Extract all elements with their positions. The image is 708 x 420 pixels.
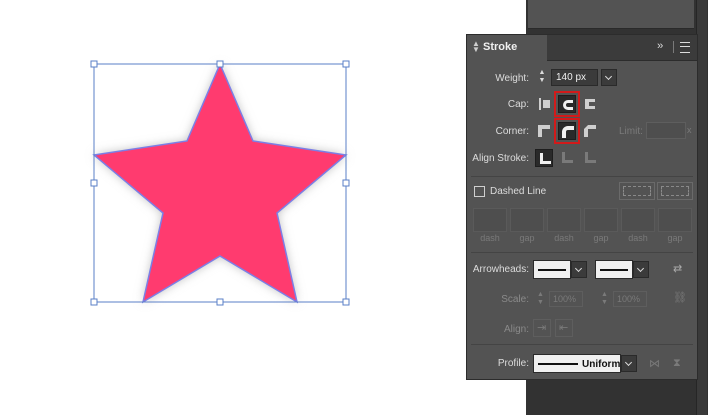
dashed-line-label: Dashed Line [490, 186, 547, 197]
align-dashes-button[interactable] [657, 182, 693, 200]
scale-end-input[interactable]: 100% [613, 291, 647, 307]
arrowhead-end-dropdown-button[interactable] [633, 261, 649, 278]
align-label: Align: [503, 324, 529, 335]
gap-2-label: gap [593, 233, 609, 243]
profile-preview-line [538, 363, 578, 365]
swap-arrowheads-icon[interactable]: ⇄ [673, 262, 682, 275]
weight-input[interactable]: 140 px [551, 69, 598, 86]
tab-stroke[interactable]: ▲ ▼ Stroke [467, 35, 547, 61]
star-shape[interactable] [92, 62, 348, 304]
handle-bottom-center [216, 298, 224, 306]
miter-join-icon [538, 125, 550, 137]
preserve-dashes-button[interactable] [619, 182, 655, 200]
limit-label: Limit: [619, 126, 643, 137]
dash-1-input[interactable] [473, 208, 507, 232]
divider-2 [471, 252, 693, 253]
app-panel-tile [528, 0, 694, 29]
flip-along-icon[interactable]: ⋈ [649, 357, 660, 370]
dash-3-label: dash [628, 233, 648, 243]
dashed-line-checkbox[interactable] [474, 186, 485, 197]
dash-1-label: dash [480, 233, 500, 243]
panel-title: Stroke [483, 41, 518, 53]
limit-unit: x [687, 125, 692, 135]
arrow-tip-place-button[interactable]: ⇤ [555, 319, 573, 337]
align-stroke-label: Align Stroke: [472, 153, 529, 164]
divider-3 [471, 344, 693, 345]
gap-2-input[interactable] [584, 208, 618, 232]
miter-join-button[interactable] [535, 122, 553, 140]
scale-end-stepper[interactable]: ▲ ▼ [601, 291, 608, 307]
artboard-canvas[interactable] [0, 0, 466, 415]
arrowheads-label: Arrowheads: [472, 264, 529, 275]
divider-1 [471, 176, 693, 177]
profile-label: Profile: [497, 358, 529, 369]
arrow-tip-extend-button[interactable]: ⇥ [533, 319, 551, 337]
weight-dropdown-button[interactable] [601, 69, 617, 86]
limit-input[interactable] [646, 122, 686, 139]
bevel-join-icon [584, 125, 596, 137]
flip-across-icon[interactable]: ⧗ [673, 357, 681, 370]
gap-3-input[interactable] [658, 208, 692, 232]
gap-3-label: gap [667, 233, 683, 243]
round-join-highlight [554, 118, 580, 144]
handle-middle-left [90, 179, 98, 187]
stepper-up-icon[interactable]: ▲ [537, 69, 547, 77]
cap-label: Cap: [507, 99, 529, 110]
projecting-cap-button[interactable] [581, 95, 599, 113]
stepper-down-icon[interactable]: ▼ [537, 77, 547, 85]
handle-bottom-right [342, 298, 350, 306]
scale-label: Scale: [501, 294, 529, 305]
butt-cap-icon [539, 98, 550, 110]
align-inside-icon [562, 152, 573, 163]
handle-middle-right [342, 179, 350, 187]
profile-dropdown[interactable]: Uniform [533, 354, 621, 373]
arrowhead-end-dropdown[interactable] [595, 260, 633, 279]
corner-label: Corner: [495, 126, 529, 137]
bevel-join-button[interactable] [581, 122, 599, 140]
dash-2-label: dash [554, 233, 574, 243]
align-center-button[interactable] [535, 149, 553, 167]
double-chevron-right-icon[interactable]: ›› [657, 40, 663, 52]
gap-1-label: gap [519, 233, 535, 243]
link-scale-icon[interactable]: ⛓ [673, 291, 687, 304]
align-outside-button[interactable] [581, 149, 599, 167]
handle-bottom-left [90, 298, 98, 306]
hamburger-menu-icon[interactable] [680, 42, 690, 53]
weight-label: Weight: [495, 73, 529, 84]
handle-top-left [90, 60, 98, 68]
gap-1-input[interactable] [510, 208, 544, 232]
star-artwork-svg[interactable] [0, 0, 466, 415]
handle-top-center [216, 60, 224, 68]
weight-stepper[interactable]: ▲ ▼ [537, 69, 547, 87]
tab-bar-separator [673, 41, 674, 53]
butt-cap-button[interactable] [535, 95, 553, 113]
dash-2-input[interactable] [547, 208, 581, 232]
round-cap-highlight [554, 91, 580, 117]
arrow-place-icon: ⇤ [559, 322, 569, 334]
projecting-cap-icon [585, 99, 595, 109]
align-center-icon [540, 153, 551, 164]
scale-start-input[interactable]: 100% [549, 291, 583, 307]
align-outside-icon [585, 152, 596, 163]
profile-dropdown-button[interactable] [621, 355, 637, 372]
arrow-extend-icon: ⇥ [537, 322, 547, 334]
handle-top-right [342, 60, 350, 68]
dash-3-input[interactable] [621, 208, 655, 232]
align-inside-button[interactable] [558, 149, 576, 167]
tab-expand-icon[interactable]: ▲ ▼ [472, 40, 480, 54]
arrowhead-start-dropdown-button[interactable] [571, 261, 587, 278]
profile-value: Uniform [582, 359, 621, 370]
arrowhead-start-dropdown[interactable] [533, 260, 571, 279]
scale-start-stepper[interactable]: ▲ ▼ [537, 291, 544, 307]
stroke-panel: ▲ ▼ Stroke ›› Weight: ▲ ▼ 140 px Cap: Cor… [466, 34, 698, 380]
panel-tab-bar: ▲ ▼ Stroke ›› [467, 35, 697, 61]
